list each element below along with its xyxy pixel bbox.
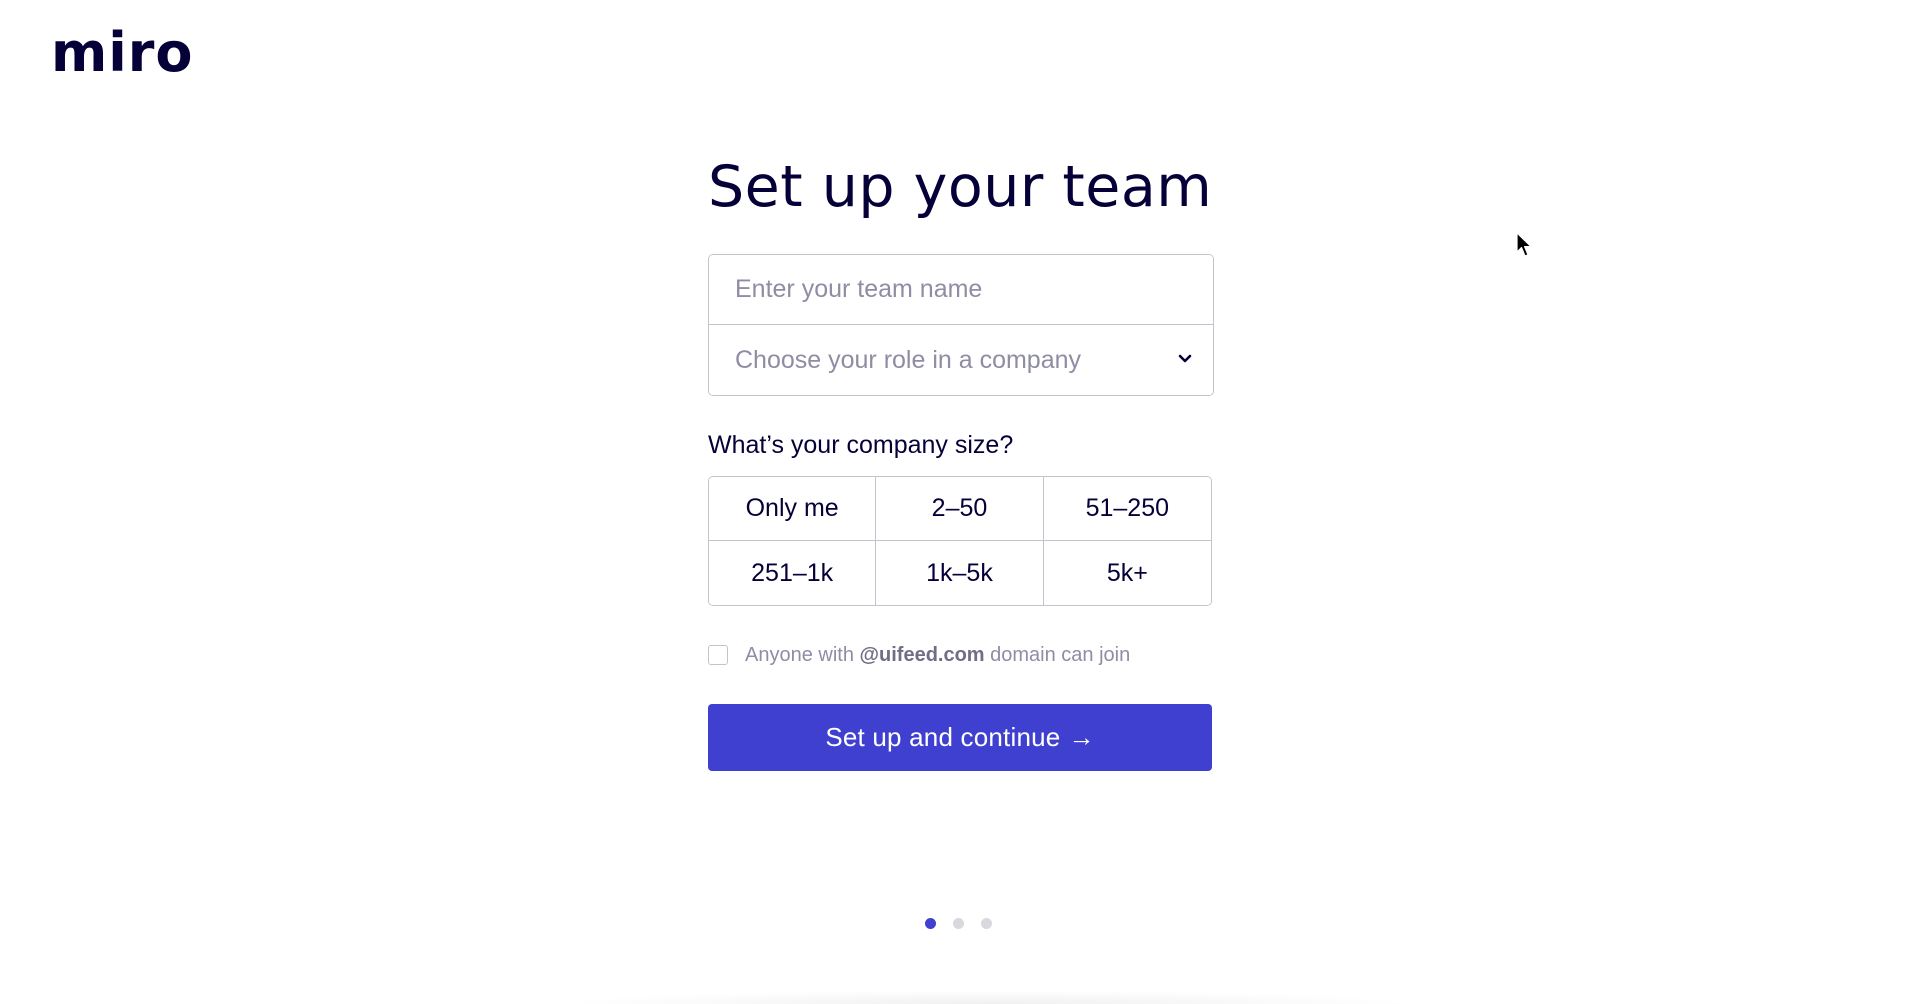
team-name-input[interactable] [709, 255, 1213, 325]
domain-join-domain: @uifeed.com [859, 643, 985, 666]
role-select-placeholder: Choose your role in a company [735, 345, 1082, 374]
size-option-251-1k[interactable]: 251–1k [709, 541, 877, 605]
mouse-pointer-icon [1516, 232, 1532, 257]
size-option-only-me[interactable]: Only me [709, 477, 877, 541]
size-option-5k-plus[interactable]: 5k+ [1043, 541, 1211, 605]
pagination-dots [925, 918, 992, 929]
size-option-51-250[interactable]: 51–250 [1043, 477, 1211, 541]
pagination-dot-2[interactable] [953, 918, 964, 929]
domain-join-row: Anyone with @uifeed.com domain can join [708, 642, 1214, 668]
arrow-right-icon: → [1068, 722, 1095, 752]
domain-join-suffix: domain can join [984, 643, 1131, 666]
miro-logo[interactable]: miro [51, 18, 194, 88]
company-size-grid: Only me 2–50 51–250 251–1k 1k–5k 5k+ [708, 476, 1212, 606]
domain-join-checkbox[interactable] [708, 645, 728, 665]
team-fields-group: Choose your role in a company [708, 254, 1214, 396]
team-setup-form: Set up your team Choose your role in a c… [708, 148, 1214, 771]
pagination-dot-3[interactable] [981, 918, 992, 929]
domain-join-label[interactable]: Anyone with @uifeed.com domain can join [745, 644, 1130, 667]
role-select[interactable]: Choose your role in a company [709, 325, 1213, 395]
company-size-label: What’s your company size? [708, 431, 1014, 459]
chevron-down-icon [1178, 354, 1192, 363]
pagination-dot-1[interactable] [925, 918, 936, 929]
domain-join-prefix: Anyone with [745, 643, 860, 666]
size-option-1k-5k[interactable]: 1k–5k [876, 541, 1044, 605]
setup-continue-label: Set up and continue [825, 722, 1061, 752]
size-option-2-50[interactable]: 2–50 [876, 477, 1044, 541]
page-title: Set up your team [708, 154, 1213, 220]
footer-shadow [560, 990, 1420, 1004]
onboarding-page: miro Set up your team Choose your role i… [0, 0, 1920, 1004]
setup-continue-button[interactable]: Set up and continue → [708, 704, 1212, 771]
